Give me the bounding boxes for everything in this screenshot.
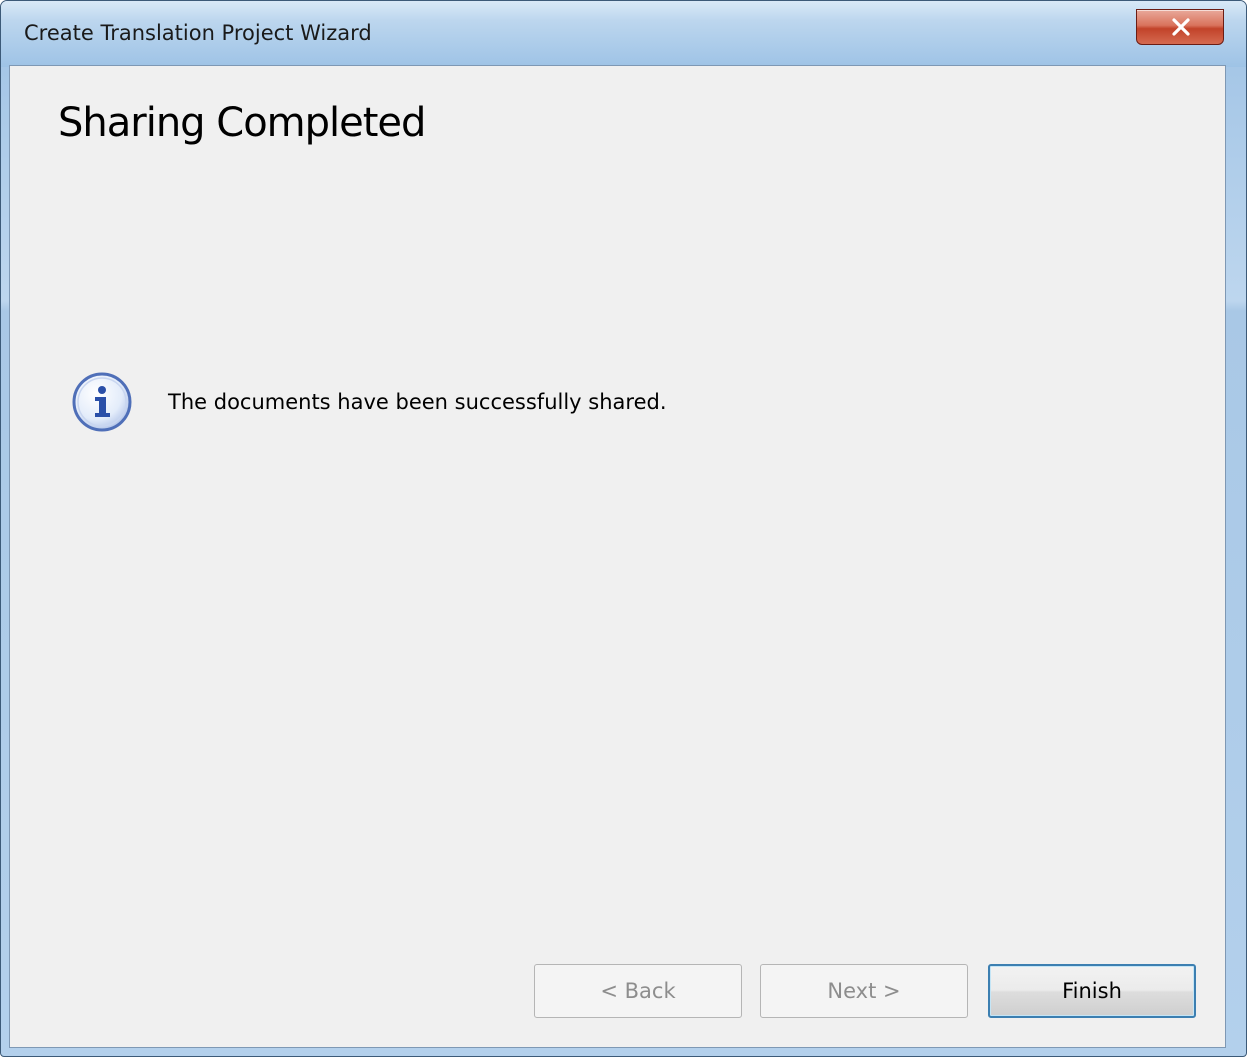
back-button[interactable]: < Back [534, 964, 742, 1018]
next-button[interactable]: Next > [760, 964, 968, 1018]
close-icon [1172, 18, 1190, 36]
close-button[interactable] [1136, 9, 1224, 45]
wizard-content: Sharing Completed The documents have bee… [9, 65, 1226, 1048]
page-title: Sharing Completed [58, 100, 426, 146]
status-message: The documents have been successfully sha… [168, 390, 667, 414]
window-title: Create Translation Project Wizard [24, 21, 372, 45]
finish-button[interactable]: Finish [988, 964, 1196, 1018]
title-bar[interactable]: Create Translation Project Wizard [1, 1, 1246, 67]
wizard-window: Create Translation Project Wizard Sharin… [0, 0, 1247, 1057]
info-icon [71, 371, 133, 433]
